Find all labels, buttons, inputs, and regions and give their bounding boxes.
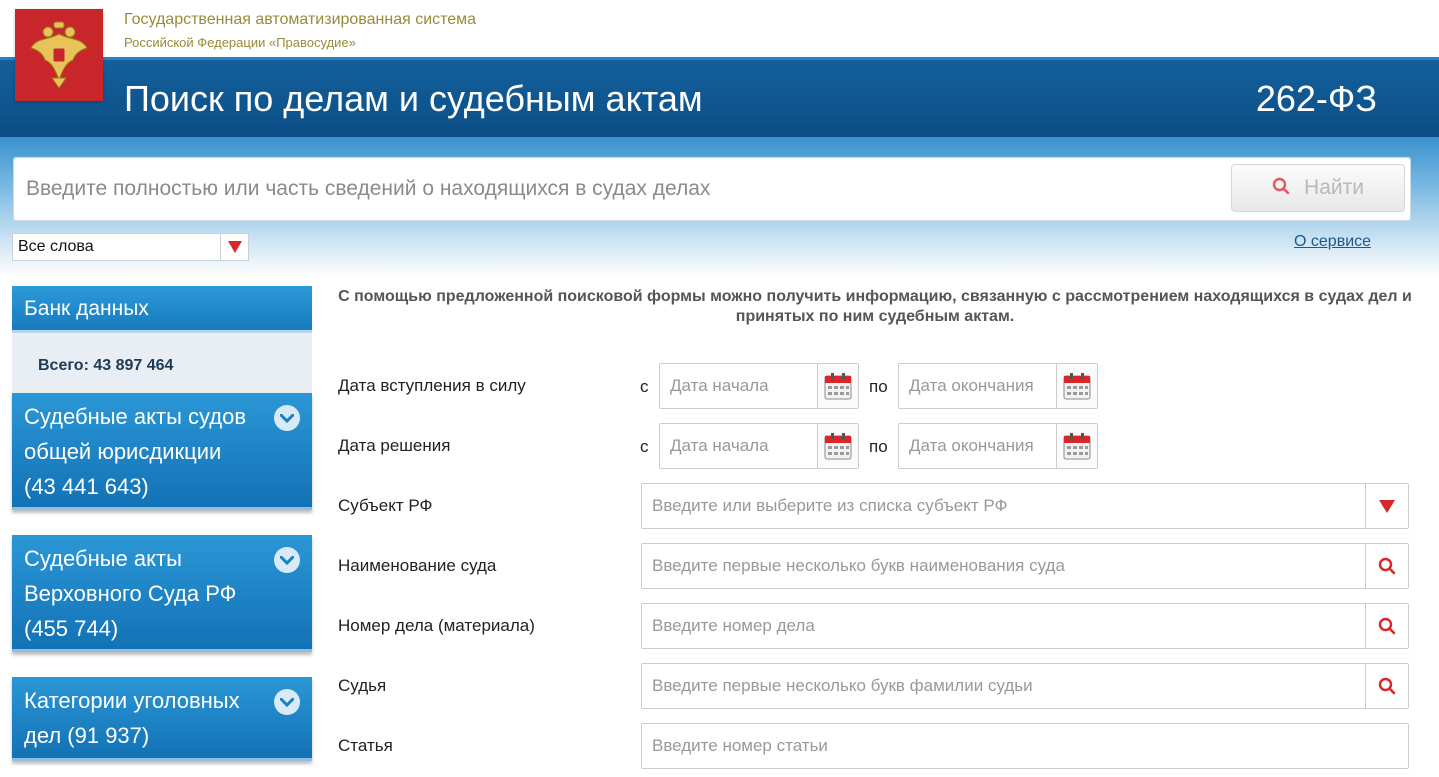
search-input[interactable] bbox=[14, 158, 1224, 220]
data-bank-title: Банк данных bbox=[12, 286, 312, 333]
calendar-icon[interactable] bbox=[1056, 364, 1097, 408]
card-line: (43 441 643) bbox=[24, 474, 149, 499]
search-icon[interactable] bbox=[1365, 604, 1408, 648]
decision-date-end-input[interactable] bbox=[899, 424, 1057, 468]
article-input[interactable] bbox=[642, 724, 1402, 768]
chevron-down-icon[interactable] bbox=[274, 405, 300, 431]
find-button[interactable]: Найти bbox=[1231, 164, 1405, 212]
search-mode-select[interactable]: Все слова bbox=[12, 233, 249, 261]
effective-date-end-input[interactable] bbox=[899, 364, 1057, 408]
page-title: Поиск по делам и судебным актам bbox=[124, 78, 703, 119]
search-icon bbox=[1272, 177, 1290, 200]
region-field bbox=[641, 483, 1409, 529]
card-line: Категории уголовных bbox=[24, 688, 240, 713]
article-field bbox=[641, 723, 1409, 769]
card-line: (455 744) bbox=[24, 616, 119, 641]
card-line: Верховного Суда РФ bbox=[24, 581, 237, 606]
dropdown-arrow-icon[interactable] bbox=[220, 234, 248, 260]
chevron-down-icon[interactable] bbox=[274, 547, 300, 573]
calendar-icon[interactable] bbox=[817, 424, 858, 468]
org-name-line1: Государственная автоматизированная систе… bbox=[124, 11, 477, 28]
case-number-field bbox=[641, 603, 1409, 649]
calendar-icon[interactable] bbox=[817, 364, 858, 408]
search-mode-value: Все слова bbox=[18, 238, 94, 255]
data-bank-total-box: Всего: 43 897 464 bbox=[12, 333, 312, 393]
region-input[interactable] bbox=[642, 484, 1362, 528]
to-label: по bbox=[869, 377, 888, 396]
org-name-line2: Российской Федерации «Правосудие» bbox=[124, 35, 356, 50]
to-label: по bbox=[869, 437, 888, 456]
decision-date-start-input[interactable] bbox=[660, 424, 818, 468]
label-court: Наименование суда bbox=[338, 556, 497, 575]
label-article: Статья bbox=[338, 736, 393, 755]
case-number-input[interactable] bbox=[642, 604, 1362, 648]
form-intro: С помощью предложенной поисковой формы м… bbox=[338, 288, 1412, 325]
label-judge: Судья bbox=[338, 676, 387, 695]
about-service-link[interactable]: О сервисе bbox=[1294, 233, 1371, 251]
card-line: дел (91 937) bbox=[24, 723, 150, 748]
judge-input[interactable] bbox=[642, 664, 1362, 708]
coat-of-arms-icon[interactable] bbox=[15, 9, 103, 101]
search-box: Найти bbox=[13, 157, 1411, 221]
card-line: Судебные акты судов bbox=[24, 404, 247, 429]
label-case-number: Номер дела (материала) bbox=[338, 616, 535, 635]
decision-date-end-field bbox=[898, 423, 1098, 469]
top-strip: Государственная автоматизированная систе… bbox=[0, 0, 1439, 57]
card-supreme-court[interactable]: Судебные акты Верховного Суда РФ (455 74… bbox=[12, 535, 312, 652]
search-zone: Найти Все слова О сервисе bbox=[0, 137, 1439, 277]
dropdown-arrow-icon[interactable] bbox=[1365, 484, 1408, 528]
decision-date-start-field bbox=[659, 423, 859, 469]
label-region: Субъект РФ bbox=[338, 496, 433, 515]
from-label: с bbox=[640, 377, 649, 396]
find-button-label: Найти bbox=[1304, 176, 1364, 199]
title-bar: Поиск по делам и судебным актам 262-ФЗ bbox=[0, 57, 1439, 137]
search-icon[interactable] bbox=[1365, 664, 1408, 708]
effective-date-end-field bbox=[898, 363, 1098, 409]
label-effective-date: Дата вступления в силу bbox=[338, 376, 526, 395]
from-label: с bbox=[640, 437, 649, 456]
card-criminal-categories[interactable]: Категории уголовных дел (91 937) bbox=[12, 677, 312, 761]
card-line: Судебные акты bbox=[24, 546, 182, 571]
court-field bbox=[641, 543, 1409, 589]
court-input[interactable] bbox=[642, 544, 1362, 588]
chevron-down-icon[interactable] bbox=[274, 689, 300, 715]
card-general-jurisdiction[interactable]: Судебные акты судов общей юрисдикции (43… bbox=[12, 393, 312, 510]
data-bank-total: Всего: 43 897 464 bbox=[38, 357, 174, 374]
calendar-icon[interactable] bbox=[1056, 424, 1097, 468]
judge-field bbox=[641, 663, 1409, 709]
search-icon[interactable] bbox=[1365, 544, 1408, 588]
effective-date-start-field bbox=[659, 363, 859, 409]
label-decision-date: Дата решения bbox=[338, 436, 451, 455]
law-number: 262-ФЗ bbox=[1255, 78, 1377, 119]
card-line: общей юрисдикции bbox=[24, 439, 222, 464]
effective-date-start-input[interactable] bbox=[660, 364, 818, 408]
